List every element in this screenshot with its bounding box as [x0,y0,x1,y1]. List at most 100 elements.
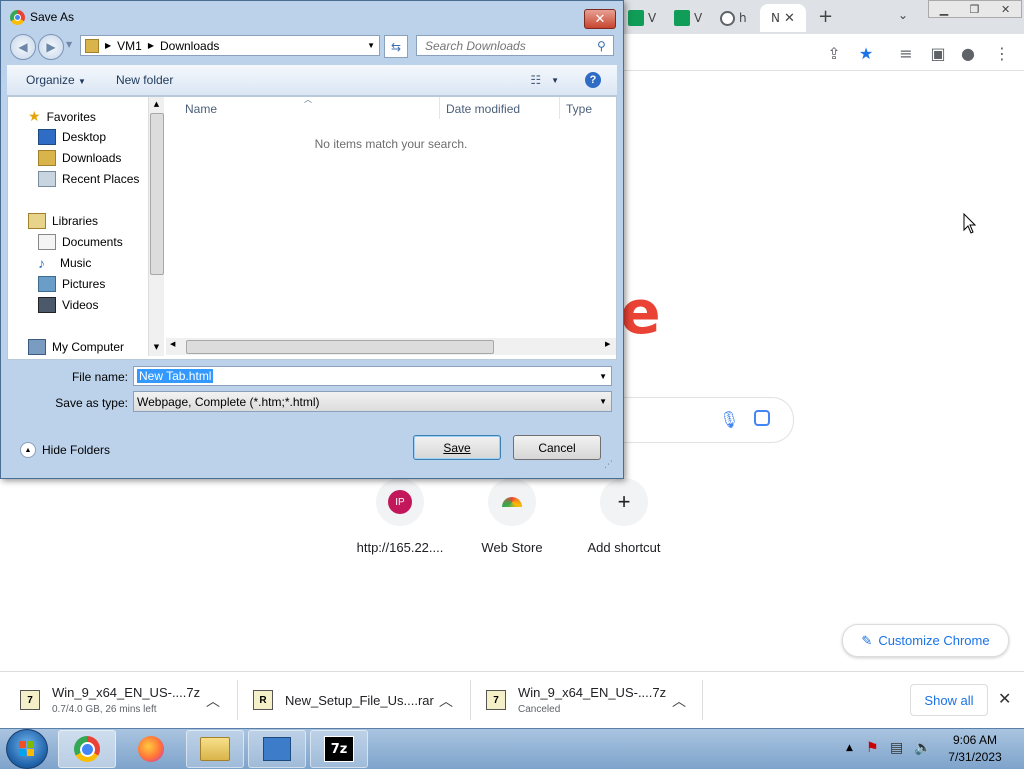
hide-folders-button[interactable]: ▲ Hide Folders [20,442,110,458]
recent-pages-chevron-icon[interactable]: ▼ [66,40,72,49]
chevron-up-icon[interactable]: ︿ [439,691,453,711]
resize-grip-icon[interactable]: ⋰ [604,460,613,470]
taskbar-control-panel-button[interactable] [248,730,306,768]
close-tab-icon[interactable]: ✕ [784,11,795,26]
nav-pane-scrollbar[interactable]: ▲ ▼ [148,97,164,356]
network-icon[interactable]: ▤ [890,740,903,756]
hide-folders-label: Hide Folders [42,443,111,457]
taskbar-chrome-button[interactable] [58,730,116,768]
nav-favorites[interactable]: ★ Favorites [28,108,96,125]
empty-results-message: No items match your search. [314,137,468,151]
address-bar[interactable]: ▶ VM1 ▶ Downloads ▼ [80,35,380,56]
new-tab-button[interactable]: + [818,6,833,27]
close-shelf-icon[interactable]: ✕ [998,689,1011,708]
chevron-up-icon[interactable]: ︿ [672,691,686,711]
dialog-close-button[interactable]: ✕ [584,9,616,29]
breadcrumb-separator-icon[interactable]: ▶ [105,41,111,50]
refresh-button[interactable]: ⇆ [384,35,408,58]
documents-icon [38,234,56,250]
nav-my-computer[interactable]: My Computer [28,339,124,355]
tab-active[interactable]: N ✕ [760,4,806,32]
new-folder-button[interactable]: New folder [116,73,173,87]
save-as-type-select[interactable]: Webpage, Complete (*.htm;*.html) ▼ [133,391,612,412]
nav-libraries[interactable]: Libraries [28,213,98,229]
show-hidden-icons[interactable]: ▲ [846,743,853,753]
download-item[interactable]: R New_Setup_File_Us....rar ︿ [253,679,463,721]
column-divider[interactable] [439,97,440,119]
volume-muted-icon[interactable]: 🔈 [914,740,931,756]
scroll-up-icon[interactable]: ▲ [150,97,163,111]
column-divider[interactable] [559,97,560,119]
chevron-down-icon: ▼ [78,77,86,86]
file-name-combo[interactable]: New Tab.html ▼ [133,366,612,386]
forward-button[interactable]: ▶ [38,34,64,60]
share-icon[interactable]: ⇪ [824,43,844,63]
column-date-header[interactable]: Date modified [446,102,520,116]
nav-videos[interactable]: Videos [38,297,98,313]
chevron-down-icon[interactable]: ▼ [599,397,607,406]
nav-downloads[interactable]: Downloads [38,150,121,166]
bookmark-star-icon[interactable]: ★ [856,43,876,63]
scrollbar-thumb[interactable] [186,340,494,354]
tab-label: N [771,11,781,25]
chevron-up-icon[interactable]: ︿ [206,691,220,711]
scroll-down-icon[interactable]: ▼ [150,340,163,354]
chrome-menu-icon[interactable]: ⋮ [992,43,1012,63]
media-control-icon[interactable]: ≡ [896,43,916,63]
view-options-icon[interactable]: ☷ [530,73,541,87]
download-item[interactable]: 7 Win_9_x64_EN_US-....7z 0.7/4.0 GB, 26 … [20,679,230,721]
search-input[interactable] [423,37,597,54]
tab-1[interactable]: V [628,4,668,32]
breadcrumb-separator-icon[interactable]: ▶ [148,41,154,50]
cancel-button[interactable]: Cancel [513,435,601,460]
file-name-input[interactable]: New Tab.html [137,369,214,383]
minimize-icon[interactable]: ▁ [940,3,948,16]
control-panel-icon [263,737,291,761]
scrollbar-thumb[interactable] [150,113,164,275]
file-list-horizontal-scrollbar[interactable]: ◀ ▶ [166,338,616,355]
nav-recent-places[interactable]: Recent Places [38,171,139,187]
nav-documents[interactable]: Documents [38,234,123,250]
address-dropdown-icon[interactable]: ▼ [367,41,375,50]
start-orb-icon[interactable] [6,729,48,769]
search-icon[interactable]: ⚲ [597,39,606,53]
lens-search-icon[interactable] [754,410,770,426]
profile-avatar-icon[interactable]: ● [958,43,978,63]
column-type-header[interactable]: Type [566,102,592,116]
tab-3[interactable]: h [720,4,760,32]
back-button[interactable]: ◀ [10,34,36,60]
nav-label: Documents [62,235,123,249]
shortcut-label: Add shortcut [587,540,661,555]
tab-search-icon[interactable]: ⌄ [898,8,908,22]
breadcrumb-downloads[interactable]: Downloads [160,39,219,53]
nav-desktop[interactable]: Desktop [38,129,106,145]
chevron-down-icon[interactable]: ▼ [599,372,607,381]
close-window-icon[interactable]: ✕ [1001,3,1010,16]
nav-pictures[interactable]: Pictures [38,276,105,292]
scroll-left-icon[interactable]: ◀ [170,340,175,348]
nav-music[interactable]: ♪ Music [38,255,91,271]
shortcut-tile[interactable]: + Add shortcut [569,478,679,555]
restore-icon[interactable]: ❐ [970,3,980,16]
taskbar-firefox-button[interactable] [122,730,180,768]
search-field[interactable]: ⚲ [416,35,614,56]
action-center-icon[interactable]: ⚑ [866,740,879,756]
breadcrumb-vm1[interactable]: VM1 [117,39,142,53]
scroll-right-icon[interactable]: ▶ [605,340,610,348]
download-item[interactable]: 7 Win_9_x64_EN_US-....7z Canceled ︿ [486,679,696,721]
taskbar-explorer-button[interactable] [186,730,244,768]
organize-button[interactable]: Organize ▼ [26,73,86,87]
side-panel-icon[interactable]: ▣ [928,43,948,63]
shortcut-tile[interactable]: Web Store [457,478,567,555]
save-button[interactable]: Save [413,435,501,460]
customize-chrome-button[interactable]: ✎ Customize Chrome [842,624,1009,657]
taskbar-7zip-button[interactable]: 7z [310,730,368,768]
system-clock[interactable]: 9:06 AM 7/31/2023 [938,732,1012,766]
show-all-button[interactable]: Show all [910,684,988,716]
view-dropdown-icon[interactable]: ▼ [551,76,559,85]
voice-search-icon[interactable]: 🎙 [719,410,739,429]
help-icon[interactable]: ? [585,72,601,88]
tab-2[interactable]: V [674,4,714,32]
shortcut-tile[interactable]: IP http://165.22.... [345,478,455,555]
column-name-header[interactable]: Name [185,102,217,116]
